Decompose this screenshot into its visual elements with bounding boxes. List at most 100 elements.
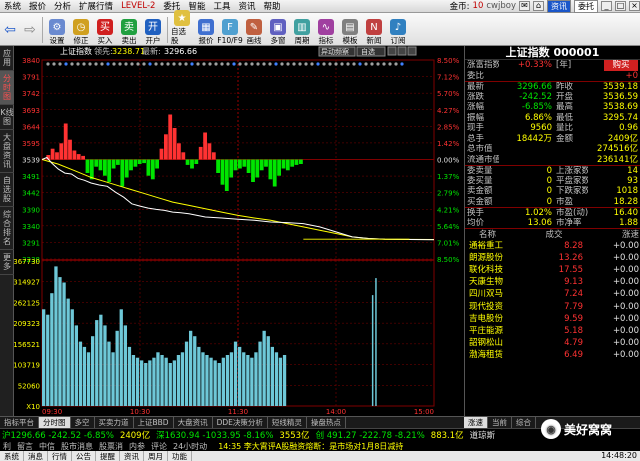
tab-market-info[interactable]: 大盘资讯 — [174, 417, 213, 428]
f10-button[interactable]: F F10/F9 — [217, 19, 243, 45]
event-dot[interactable] — [154, 62, 158, 66]
settings-button[interactable]: ⚙ 设置 — [46, 19, 68, 45]
event-dot[interactable] — [220, 62, 224, 66]
menu-help[interactable]: 帮助 — [259, 0, 284, 12]
event-dot[interactable] — [208, 62, 212, 66]
tab-composite[interactable]: 综合 — [512, 417, 536, 428]
event-dot[interactable] — [76, 62, 80, 66]
tab-short-line[interactable]: 短线精灵 — [268, 417, 307, 428]
mail-icon[interactable]: ✉ — [519, 1, 530, 11]
home-icon[interactable]: ⌂ — [533, 1, 544, 11]
event-dot[interactable] — [58, 62, 62, 66]
event-dot[interactable] — [226, 62, 230, 66]
news-link-3[interactable]: 中信 — [36, 441, 58, 451]
modify-button[interactable]: ◷ 修正 — [70, 19, 92, 45]
event-dot[interactable] — [202, 62, 206, 66]
event-dot[interactable] — [244, 62, 248, 66]
newsfeed-button[interactable]: N 新闻 — [363, 19, 385, 45]
status-remind[interactable]: 提醒 — [96, 451, 120, 461]
event-dot[interactable] — [376, 62, 380, 66]
settings-icon[interactable] — [407, 46, 417, 56]
indicator-button[interactable]: ∿ 指标 — [315, 19, 337, 45]
stock-row[interactable]: 韶钢松山 4.79 +0.00 — [465, 337, 640, 349]
period-button[interactable]: ▥ 周期 — [291, 19, 313, 45]
event-dot[interactable] — [238, 62, 242, 66]
event-dot[interactable] — [382, 62, 386, 66]
event-dot[interactable] — [286, 62, 290, 66]
tab-more[interactable]: 更多 — [0, 250, 14, 275]
event-dot[interactable] — [346, 62, 350, 66]
event-dot[interactable] — [70, 62, 74, 66]
event-dot[interactable] — [88, 62, 92, 66]
draw-button[interactable]: ✎ 画线 — [243, 19, 265, 45]
event-dot[interactable] — [394, 62, 398, 66]
open-account-button[interactable]: 开开户 — [142, 19, 164, 45]
event-dot[interactable] — [250, 62, 254, 66]
status-info[interactable]: 资讯 — [120, 451, 144, 461]
zoom-out-icon[interactable] — [397, 46, 407, 56]
event-dot[interactable] — [340, 62, 344, 66]
maximize-icon[interactable]: □ — [615, 1, 626, 11]
stock-row[interactable]: 四川双马 7.24 +0.00 — [465, 288, 640, 300]
tab-buy-sell-power[interactable]: 买卖力道 — [95, 417, 134, 428]
event-dot[interactable] — [124, 62, 128, 66]
event-dot[interactable] — [106, 62, 110, 66]
buy-button[interactable]: 买买入 — [94, 19, 116, 45]
quote-button[interactable]: ▦ 报价 — [195, 19, 217, 45]
template-button[interactable]: ▤ 模板 — [339, 19, 361, 45]
event-dot[interactable] — [184, 62, 188, 66]
news-link-4[interactable]: 股市消息 — [58, 441, 96, 451]
stock-row[interactable]: 通裕重工 8.28 +0.00 — [465, 240, 640, 252]
event-dot[interactable] — [46, 62, 50, 66]
event-dot[interactable] — [322, 62, 326, 66]
event-dot[interactable] — [160, 62, 164, 66]
event-dot[interactable] — [388, 62, 392, 66]
tab-dde[interactable]: DDE决策分析 — [213, 417, 268, 428]
menu-system[interactable]: 系统 — [0, 0, 25, 12]
sell-button[interactable]: 卖卖出 — [118, 19, 140, 45]
event-dot[interactable] — [130, 62, 134, 66]
tab-watchlist[interactable]: 自选股 — [0, 173, 14, 207]
stock-row[interactable]: 现代投资 7.79 +0.00 — [465, 301, 640, 313]
tab-market-news[interactable]: 大盘资讯 — [0, 130, 14, 173]
event-dot[interactable] — [352, 62, 356, 66]
event-dot[interactable] — [112, 62, 116, 66]
tab-hotspots[interactable]: 操盘热点 — [307, 417, 346, 428]
stock-row[interactable]: 天康生物 9.13 +0.00 — [465, 276, 640, 288]
event-dot[interactable] — [214, 62, 218, 66]
menu-tools[interactable]: 工具 — [209, 0, 234, 12]
status-system[interactable]: 系统 — [0, 451, 24, 461]
status-function[interactable]: 功能 — [168, 451, 192, 461]
event-dot[interactable] — [196, 62, 200, 66]
event-dot[interactable] — [274, 62, 278, 66]
event-dot[interactable] — [370, 62, 374, 66]
status-message[interactable]: 消息 — [24, 451, 48, 461]
event-dot[interactable] — [280, 62, 284, 66]
event-dot[interactable] — [52, 62, 56, 66]
tab-timeshare-chart[interactable]: 分时图 — [39, 417, 71, 428]
status-period[interactable]: 周月 — [144, 451, 168, 461]
event-dot[interactable] — [232, 62, 236, 66]
menu-level2[interactable]: LEVEL-2 — [117, 1, 159, 11]
event-dot[interactable] — [364, 62, 368, 66]
event-dot[interactable] — [190, 62, 194, 66]
event-dot[interactable] — [298, 62, 302, 66]
menu-analysis[interactable]: 分析 — [50, 0, 75, 12]
tab-rise-speed[interactable]: 涨速 — [464, 417, 488, 428]
news-link-1[interactable]: 利 — [0, 441, 14, 451]
event-dot[interactable] — [358, 62, 362, 66]
news-link-5[interactable]: 股票消 — [96, 441, 126, 451]
tab-indicator-platform[interactable]: 指标平台 — [0, 417, 39, 428]
news-link-7[interactable]: 评论 — [148, 441, 170, 451]
event-dot[interactable] — [64, 62, 68, 66]
status-notice[interactable]: 公告 — [72, 451, 96, 461]
status-market[interactable]: 行情 — [48, 451, 72, 461]
tab-ranking[interactable]: 综合排名 — [0, 207, 14, 250]
zoom-in-icon[interactable] — [387, 46, 397, 56]
forward-arrow-icon[interactable]: ⇨ — [20, 17, 40, 43]
intraday-chart[interactable]: 3840 8.50% 3791 7.12% 3742 5.70% 3693 4.27% 3644… — [13, 46, 464, 416]
stock-row[interactable]: 联化科技 17.55 +0.00 — [465, 264, 640, 276]
event-dot[interactable] — [142, 62, 146, 66]
stock-row[interactable]: 平庄能源 5.18 +0.00 — [465, 325, 640, 337]
stock-row[interactable]: 渤海租赁 6.49 +0.00 — [465, 349, 640, 361]
